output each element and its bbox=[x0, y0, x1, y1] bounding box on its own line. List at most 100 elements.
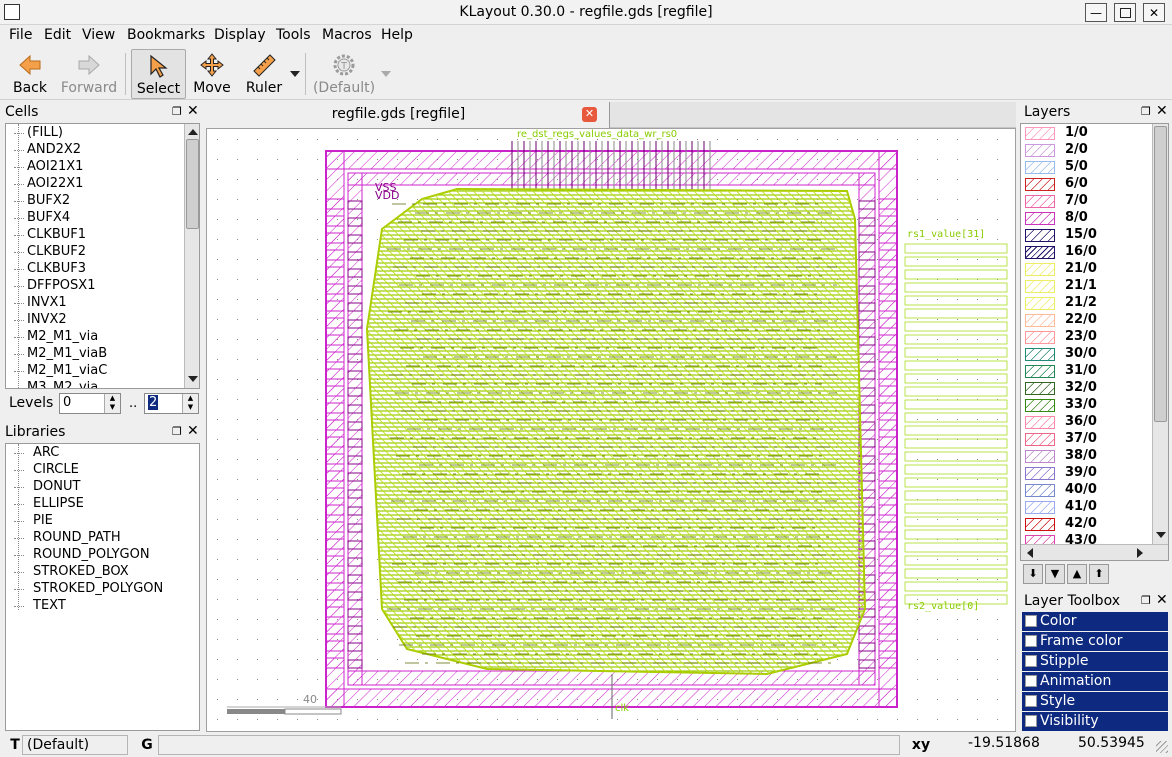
resize-grip-icon[interactable] bbox=[1156, 741, 1168, 753]
layer-row[interactable]: 2/0 bbox=[1021, 142, 1151, 159]
cell-item[interactable]: CLKBUF1 bbox=[6, 227, 86, 244]
library-item[interactable]: STROKED_BOX bbox=[6, 564, 129, 581]
expand-checkbox[interactable] bbox=[1025, 695, 1037, 707]
close-panel-icon[interactable]: ✕ bbox=[1156, 103, 1168, 119]
library-item[interactable]: ELLIPSE bbox=[6, 496, 84, 513]
float-panel-icon[interactable]: ❐ bbox=[1141, 105, 1151, 118]
layer-row[interactable]: 23/0 bbox=[1021, 329, 1151, 346]
cell-item[interactable]: M3_M2_via bbox=[6, 380, 98, 388]
library-item[interactable]: PIE bbox=[6, 513, 53, 530]
close-window-button[interactable]: ✕ bbox=[1143, 3, 1165, 22]
menu-bookmarks[interactable]: Bookmarks bbox=[127, 27, 205, 43]
cell-item[interactable]: CLKBUF2 bbox=[6, 244, 86, 261]
cell-item[interactable]: CLKBUF3 bbox=[6, 261, 86, 278]
layer-row[interactable]: 42/0 bbox=[1021, 516, 1151, 533]
layer-row[interactable]: 22/0 bbox=[1021, 312, 1151, 329]
menu-help[interactable]: Help bbox=[381, 27, 413, 43]
layer-row[interactable]: 16/0 bbox=[1021, 244, 1151, 261]
layer-row[interactable]: 21/2 bbox=[1021, 295, 1151, 312]
toolbox-visibility[interactable]: Visibility bbox=[1022, 712, 1168, 731]
cell-item[interactable]: M2_M1_viaC bbox=[6, 363, 107, 380]
toolbox-style[interactable]: Style bbox=[1022, 692, 1168, 711]
spin-arrows-icon[interactable]: ▲ ▼ bbox=[182, 394, 198, 413]
toolbox-color[interactable]: Color bbox=[1022, 612, 1168, 631]
layers-list[interactable]: 1/0 2/0 5/0 6/0 7/0 8/0 15/0 16/0 21/0 21/1 21/2 22… bbox=[1020, 123, 1169, 561]
library-item[interactable]: CIRCLE bbox=[6, 462, 79, 479]
layer-row[interactable]: 31/0 bbox=[1021, 363, 1151, 380]
default-mode-button[interactable]: T (Default) bbox=[312, 49, 376, 99]
move-mode-button[interactable]: Move bbox=[189, 49, 235, 99]
default-mode-dropdown[interactable] bbox=[379, 49, 391, 99]
layer-row[interactable]: 38/0 bbox=[1021, 448, 1151, 465]
move-layer-top-icon[interactable]: ⬆ bbox=[1089, 564, 1109, 584]
cells-tree[interactable]: (FILL) AND2X2 AOI21X1 AOI22X1 BUFX2 BUFX4 CLKB… bbox=[5, 123, 200, 389]
menu-macros[interactable]: Macros bbox=[322, 27, 372, 43]
forward-button[interactable]: Forward bbox=[58, 49, 120, 99]
ruler-mode-button[interactable]: Ruler bbox=[239, 49, 289, 99]
scroll-right-icon[interactable] bbox=[1137, 548, 1143, 558]
expand-checkbox[interactable] bbox=[1025, 675, 1037, 687]
close-panel-icon[interactable]: ✕ bbox=[1156, 592, 1168, 608]
cell-item[interactable]: AOI22X1 bbox=[6, 176, 83, 193]
layer-row[interactable]: 6/0 bbox=[1021, 176, 1151, 193]
cell-item[interactable]: M2_M1_via bbox=[6, 329, 98, 346]
cell-item[interactable]: AND2X2 bbox=[6, 142, 81, 159]
maximize-button[interactable] bbox=[1114, 3, 1136, 22]
float-panel-icon[interactable]: ❐ bbox=[1141, 594, 1151, 607]
menu-file[interactable]: File bbox=[9, 27, 32, 43]
toolbox-animation[interactable]: Animation bbox=[1022, 672, 1168, 691]
spin-arrows-icon[interactable]: ▲ ▼ bbox=[104, 394, 120, 413]
cell-item[interactable]: M2_M1_viaB bbox=[6, 346, 107, 363]
toolbox-frame-color[interactable]: Frame color bbox=[1022, 632, 1168, 651]
layer-row[interactable]: 36/0 bbox=[1021, 414, 1151, 431]
expand-checkbox[interactable] bbox=[1025, 635, 1037, 647]
levels-max-spinbox[interactable]: 2 ▲ ▼ bbox=[144, 393, 199, 414]
layer-row[interactable]: 7/0 bbox=[1021, 193, 1151, 210]
layout-tab[interactable]: regfile.gds [regfile] ✕ bbox=[206, 102, 610, 128]
layer-row[interactable]: 21/0 bbox=[1021, 261, 1151, 278]
layer-row[interactable]: 1/0 bbox=[1021, 125, 1151, 142]
menu-view[interactable]: View bbox=[82, 27, 115, 43]
layer-row[interactable]: 21/1 bbox=[1021, 278, 1151, 295]
expand-checkbox[interactable] bbox=[1025, 715, 1037, 727]
cell-item[interactable]: INVX2 bbox=[6, 312, 67, 329]
scroll-up-icon[interactable] bbox=[188, 129, 198, 135]
library-item[interactable]: ROUND_PATH bbox=[6, 530, 121, 547]
back-button[interactable]: Back bbox=[6, 49, 54, 99]
scroll-down-icon[interactable] bbox=[1156, 532, 1166, 538]
layer-row[interactable]: 33/0 bbox=[1021, 397, 1151, 414]
cells-scroll-thumb[interactable] bbox=[186, 139, 199, 229]
layout-view[interactable]: VSS VDD re_dst_regs_values_data_wr_rs0 r… bbox=[207, 129, 1016, 732]
close-panel-icon[interactable]: ✕ bbox=[187, 423, 199, 439]
layers-scrollbar[interactable] bbox=[1152, 124, 1168, 544]
menu-edit[interactable]: Edit bbox=[44, 27, 71, 43]
move-layer-up-icon[interactable]: ▲ bbox=[1067, 564, 1087, 584]
close-panel-icon[interactable]: ✕ bbox=[187, 103, 199, 119]
ruler-dropdown-button[interactable] bbox=[288, 49, 300, 99]
cell-item[interactable]: AOI21X1 bbox=[6, 159, 83, 176]
layers-scroll-thumb[interactable] bbox=[1154, 126, 1167, 422]
toolbox-stipple[interactable]: Stipple bbox=[1022, 652, 1168, 671]
layer-row[interactable]: 41/0 bbox=[1021, 499, 1151, 516]
expand-checkbox[interactable] bbox=[1025, 655, 1037, 667]
float-panel-icon[interactable]: ❐ bbox=[172, 425, 182, 438]
layers-hscrollbar[interactable] bbox=[1021, 544, 1168, 560]
library-item[interactable]: DONUT bbox=[6, 479, 80, 496]
status-g-indicator[interactable]: G bbox=[137, 735, 157, 755]
move-layer-down-icon[interactable]: ▼ bbox=[1045, 564, 1065, 584]
library-item[interactable]: TEXT bbox=[6, 598, 66, 615]
layer-row[interactable]: 37/0 bbox=[1021, 431, 1151, 448]
layer-row[interactable]: 8/0 bbox=[1021, 210, 1151, 227]
close-tab-icon[interactable]: ✕ bbox=[582, 107, 597, 122]
levels-min-spinbox[interactable]: 0 ▲ ▼ bbox=[59, 393, 121, 414]
scroll-left-icon[interactable] bbox=[1027, 548, 1033, 558]
layout-canvas[interactable]: VSS VDD re_dst_regs_values_data_wr_rs0 r… bbox=[206, 128, 1016, 732]
layer-row[interactable]: 30/0 bbox=[1021, 346, 1151, 363]
menu-display[interactable]: Display bbox=[214, 27, 266, 43]
libraries-tree[interactable]: ARC CIRCLE DONUT ELLIPSE PIE ROUND_PATH ROUND_… bbox=[5, 443, 200, 731]
select-mode-button[interactable]: Select bbox=[131, 49, 186, 99]
minimize-button[interactable]: — bbox=[1085, 3, 1107, 22]
expand-checkbox[interactable] bbox=[1025, 615, 1037, 627]
layer-row[interactable]: 5/0 bbox=[1021, 159, 1151, 176]
layer-row[interactable]: 15/0 bbox=[1021, 227, 1151, 244]
